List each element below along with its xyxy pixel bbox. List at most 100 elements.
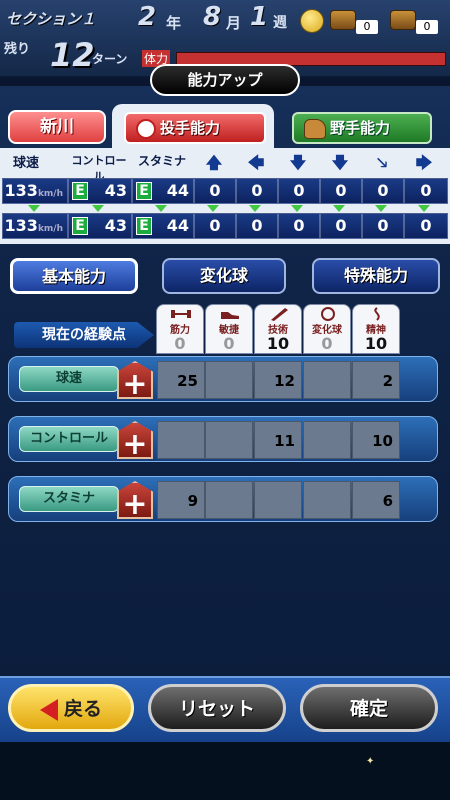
arrow-down-icon: 🡇 [331, 153, 349, 172]
exp-col-technique: 技術 10 [254, 304, 302, 354]
control-value: 43 [104, 216, 127, 235]
ability-name: スタミナ [19, 486, 119, 512]
arrow-up-icon: 🡅 [205, 153, 223, 172]
spirit-icon [374, 307, 380, 321]
ability-cost [303, 481, 351, 519]
ability-cost [303, 361, 351, 399]
chest-count: 0 [416, 20, 438, 34]
week-number: 1 [250, 2, 269, 32]
month-unit: 月 [226, 14, 242, 32]
ability-cost: 6 [352, 481, 400, 519]
down-triangle-icon [333, 205, 345, 212]
ability-cost: 10 [352, 421, 400, 459]
pitch-value: 0 [236, 213, 278, 239]
stamina-grade: E [136, 182, 152, 200]
exp-value: 10 [364, 334, 388, 353]
confirm-button[interactable]: 確定 [300, 684, 438, 732]
velocity-cell: 133km/h [2, 178, 68, 204]
tab-label: 野手能力 [330, 119, 391, 137]
current-experience-label: 現在の経験点 [14, 322, 154, 348]
pitch-value: 0 [194, 178, 236, 204]
pitch-value: 0 [236, 178, 278, 204]
mood-face-icon [300, 9, 324, 33]
pitch-value: 0 [278, 213, 320, 239]
down-triangle-icon [291, 205, 303, 212]
turns-unit: ターン [92, 52, 128, 66]
tab-pitcher-ability[interactable]: 投手能力 [124, 112, 266, 144]
ability-cost [205, 421, 253, 459]
dumbbell-icon [171, 310, 191, 318]
year-unit: 年 [166, 14, 182, 32]
control-cell: E 43 [68, 178, 132, 204]
arrow-left-icon: 🡄 [247, 153, 265, 172]
stamina-value: 44 [166, 181, 189, 200]
sparkle-icon: ✦ [366, 756, 375, 767]
baseball-icon [321, 307, 335, 321]
turns-number: 12 [50, 36, 95, 74]
shoe-icon [221, 312, 239, 319]
tab-breaking-ball[interactable]: 変化球 [162, 258, 286, 294]
player-name: 新川 [8, 110, 106, 144]
ability-cost: 11 [254, 421, 302, 459]
treasure-chest-icon [330, 10, 356, 30]
pitch-value: 0 [278, 178, 320, 204]
down-triangle-icon [207, 205, 219, 212]
stats-row-current: 133km/h E 43 E 44 0 0 0 0 0 0 [2, 178, 448, 204]
arrow-right-icon: 🡆 [415, 153, 433, 172]
ability-cost: 25 [157, 361, 205, 399]
plus-button[interactable]: + [117, 481, 153, 519]
exp-col-strength: 筋力 0 [156, 304, 204, 354]
back-button[interactable]: 戻る [8, 684, 134, 732]
plus-button[interactable]: + [117, 361, 153, 399]
control-header: コントロール [71, 154, 127, 183]
tab-label: 投手能力 [160, 119, 221, 137]
bat-icon [271, 308, 288, 321]
ability-row-stamina: スタミナ + 9 6 [8, 476, 438, 522]
ability-cost [303, 421, 351, 459]
week-unit: 週 [273, 15, 287, 31]
ability-cost [157, 421, 205, 459]
pitch-value: 0 [404, 178, 448, 204]
ability-cost: 12 [254, 361, 302, 399]
tab-basic-ability[interactable]: 基本能力 [10, 258, 138, 294]
tab-fielder-ability[interactable]: 野手能力 [292, 112, 432, 144]
stamina-value: 44 [166, 216, 189, 235]
pitch-value: 0 [362, 213, 404, 239]
baseball-icon [136, 118, 156, 139]
footer [0, 742, 450, 800]
control-grade: E [72, 217, 88, 235]
velocity-header: 球速 [12, 156, 39, 171]
exp-col-agility: 敏捷 0 [205, 304, 253, 354]
back-label: 戻る [63, 698, 102, 720]
ability-row-control: コントロール + 11 10 [8, 416, 438, 462]
exp-value: 0 [174, 334, 186, 353]
arrow-down-right-icon: 🡖 [376, 153, 388, 172]
plus-button[interactable]: + [117, 421, 153, 459]
ability-cost [254, 481, 302, 519]
pitch-value: 0 [320, 178, 362, 204]
ability-name: コントロール [19, 426, 119, 452]
stamina-cell: E 44 [132, 178, 194, 204]
stamina-cell: E 44 [132, 213, 194, 239]
velocity-unit: km/h [37, 189, 63, 199]
arrow-down-left-icon: 🡇 [289, 153, 307, 172]
month-number: 8 [203, 2, 222, 32]
stamina-grade: E [136, 217, 152, 235]
stats-row-preview: 133km/h E 43 E 44 0 0 0 0 0 0 [2, 213, 448, 239]
down-triangle-icon [418, 205, 430, 212]
down-triangle-icon [375, 205, 387, 212]
down-triangle-icon [92, 205, 104, 212]
ability-cost [205, 361, 253, 399]
tab-special-ability[interactable]: 特殊能力 [312, 258, 440, 294]
exp-value: 10 [266, 334, 290, 353]
section-label: セクション１ [6, 10, 97, 28]
velocity-unit: km/h [37, 224, 63, 234]
remaining-label: 残り [4, 42, 31, 57]
exp-col-breaking: 変化球 0 [303, 304, 351, 354]
ability-cost: 9 [157, 481, 205, 519]
control-grade: E [72, 182, 88, 200]
panel-title: 能力アップ [150, 64, 300, 96]
ability-row-velocity: 球速 + 25 12 2 [8, 356, 438, 402]
down-triangle-icon [155, 205, 167, 212]
reset-button[interactable]: リセット [148, 684, 286, 732]
